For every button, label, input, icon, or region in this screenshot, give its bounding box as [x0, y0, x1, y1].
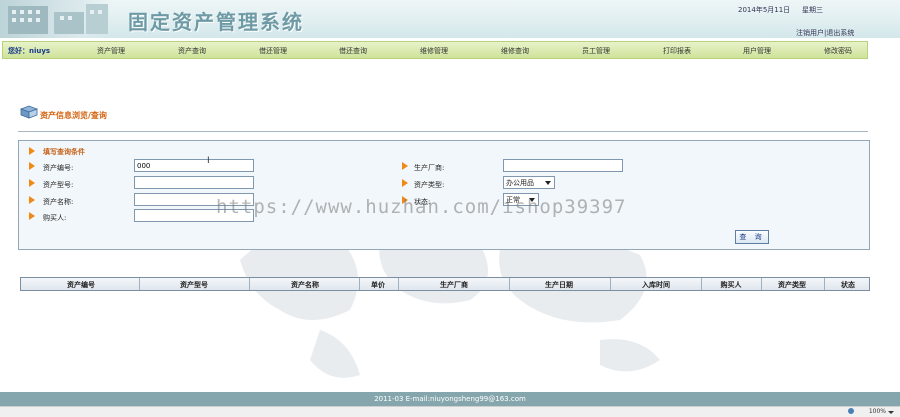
maker-label: 生产厂商: [414, 164, 445, 172]
zoom-level[interactable]: 100% [869, 408, 886, 415]
nav-item-print-report[interactable]: 打印报表 [647, 46, 707, 56]
asset-type-label: 资产类型: [414, 181, 445, 189]
current-weekday: 星期三 [802, 6, 823, 14]
column-header-maker: 生产厂商 [440, 281, 468, 289]
user-greeting: 您好：niuys [8, 47, 51, 55]
chevron-down-icon[interactable] [888, 411, 894, 414]
app-header: 固定资产管理系统 2014年5月11日 星期三 注销用户|退出系统 [0, 0, 900, 38]
arrow-icon [29, 179, 35, 187]
nav-item-asset-manage[interactable]: 资产管理 [81, 46, 141, 56]
watermark-url: https://www.huzhan.com/ishop39397 [216, 196, 627, 218]
column-header-storage-time: 入库时间 [642, 281, 670, 289]
column-header-asset-no: 资产编号 [67, 281, 95, 289]
column-header-production-date: 生产日期 [545, 281, 573, 289]
title-divider [18, 131, 868, 132]
arrow-icon [29, 162, 35, 170]
nav-item-repair-manage[interactable]: 维修管理 [404, 46, 464, 56]
page-title: 资产信息浏览/查询 [40, 111, 107, 120]
asset-model-label: 资产型号: [43, 181, 74, 189]
logout-user-link[interactable]: 注销用户 [796, 29, 824, 37]
nav-item-borrow-query[interactable]: 借还查询 [323, 46, 383, 56]
column-header-name: 资产名称 [291, 281, 319, 289]
nav-item-employee-manage[interactable]: 员工管理 [566, 46, 626, 56]
arrow-icon [402, 179, 408, 187]
query-button[interactable]: 查 询 [735, 230, 769, 244]
main-nav: 您好：niuys 资产管理 资产查询 借还管理 借还查询 维修管理 维修查询 员… [2, 41, 868, 59]
column-header-asset-type: 资产类型 [778, 281, 806, 289]
asset-name-label: 资产名称: [43, 198, 74, 206]
text-cursor-icon: Ⅰ [207, 156, 210, 166]
nav-item-borrow-manage[interactable]: 借还管理 [243, 46, 303, 56]
zoom-globe-icon [848, 408, 854, 414]
chevron-down-icon [545, 181, 551, 185]
current-date: 2014年5月11日 [738, 6, 791, 14]
arrow-icon [29, 212, 35, 220]
nav-item-change-password[interactable]: 修改密码 [808, 46, 868, 56]
asset-type-select[interactable]: 办公用品 [503, 176, 555, 189]
page-footer: 2011-03 E-mail:niuyongsheng99@163.com [0, 392, 900, 406]
column-header-price: 单价 [371, 281, 385, 289]
building-logo-image [0, 0, 112, 38]
header-links: 注销用户|退出系统 [796, 28, 854, 38]
column-header-buyer: 购买人 [720, 281, 742, 289]
asset-no-label: 资产编号: [43, 164, 74, 172]
query-panel-title: 填写查询条件 [43, 148, 85, 156]
browser-status-bar: 100% [0, 406, 900, 417]
nav-item-asset-query[interactable]: 资产查询 [162, 46, 222, 56]
result-table-header: 资产编号 资产型号 资产名称 单价 生产厂商 生产日期 入库时间 购买人 资产类… [20, 277, 870, 291]
column-header-status: 状态 [841, 281, 855, 289]
asset-no-input[interactable] [134, 159, 254, 172]
nav-item-repair-query[interactable]: 维修查询 [485, 46, 545, 56]
asset-type-selected: 办公用品 [506, 179, 534, 187]
nav-item-user-manage[interactable]: 用户管理 [727, 46, 787, 56]
arrow-icon [29, 147, 35, 155]
app-title: 固定资产管理系统 [128, 10, 304, 34]
column-header-model: 资产型号 [180, 281, 208, 289]
query-panel: 填写查询条件 资产编号: Ⅰ 资产型号: 资产名称: 购买人: 生产厂商: 资产… [18, 140, 870, 250]
arrow-icon [29, 196, 35, 204]
arrow-icon [402, 162, 408, 170]
maker-input[interactable] [503, 159, 623, 172]
asset-model-input[interactable] [134, 176, 254, 189]
exit-system-link[interactable]: 退出系统 [826, 29, 854, 37]
book-icon [20, 105, 38, 119]
buyer-label: 购买人: [43, 214, 67, 222]
